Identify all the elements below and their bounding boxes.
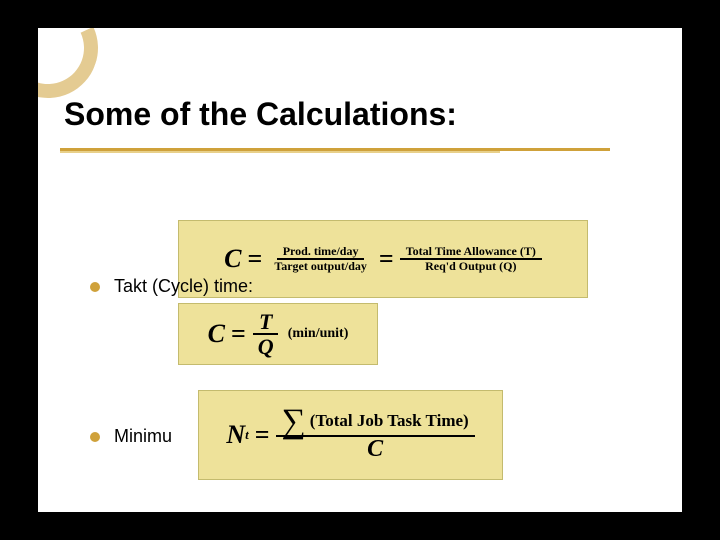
fraction-tq: T Q [252,310,280,358]
bullet-icon [90,432,100,442]
var-C: C [224,244,241,274]
sigma-icon: ∑ [282,408,306,435]
frac2-den: Req'd Output (Q) [419,260,522,273]
var-N: N [226,420,245,450]
equals-icon: = [247,244,262,274]
fraction-1: Prod. time/day Target output/day [268,245,373,272]
fraction-sum-over-c: ∑ (Total Job Task Time) C [276,408,475,462]
var-C: C [208,319,225,349]
bullet-takt-time: Takt (Cycle) time: [90,276,253,297]
formula-c-equals-t-over-q: C = T Q (min/unit) [178,303,378,365]
bullet-text: Takt (Cycle) time: [114,276,253,297]
bullet-icon [90,282,100,292]
lhs-Nt: N t [226,420,248,450]
var-T: T [253,310,278,335]
sub-t: t [245,427,249,443]
slide-title: Some of the Calculations: [64,96,457,133]
equals-icon: = [255,420,270,450]
var-Q: Q [252,335,280,358]
equals-icon: = [379,244,394,274]
title-underline [60,148,610,151]
bullet-minimum: Minimu [90,426,172,447]
var-C-den: C [361,437,389,462]
formula-min-workstations: N t = ∑ (Total Job Task Time) C [198,390,503,480]
units-label: (min/unit) [288,326,349,342]
sum-numerator: ∑ (Total Job Task Time) [276,408,475,437]
frac2-num: Total Time Allowance (T) [400,245,542,260]
frac1-num: Prod. time/day [277,245,365,260]
sum-label: (Total Job Task Time) [310,412,469,430]
frac1-den: Target output/day [268,260,373,273]
bullet-text: Minimu [114,426,172,447]
fraction-2: Total Time Allowance (T) Req'd Output (Q… [400,245,542,272]
slide: Some of the Calculations: C = Prod. time… [38,28,682,512]
equals-icon: = [231,319,246,349]
